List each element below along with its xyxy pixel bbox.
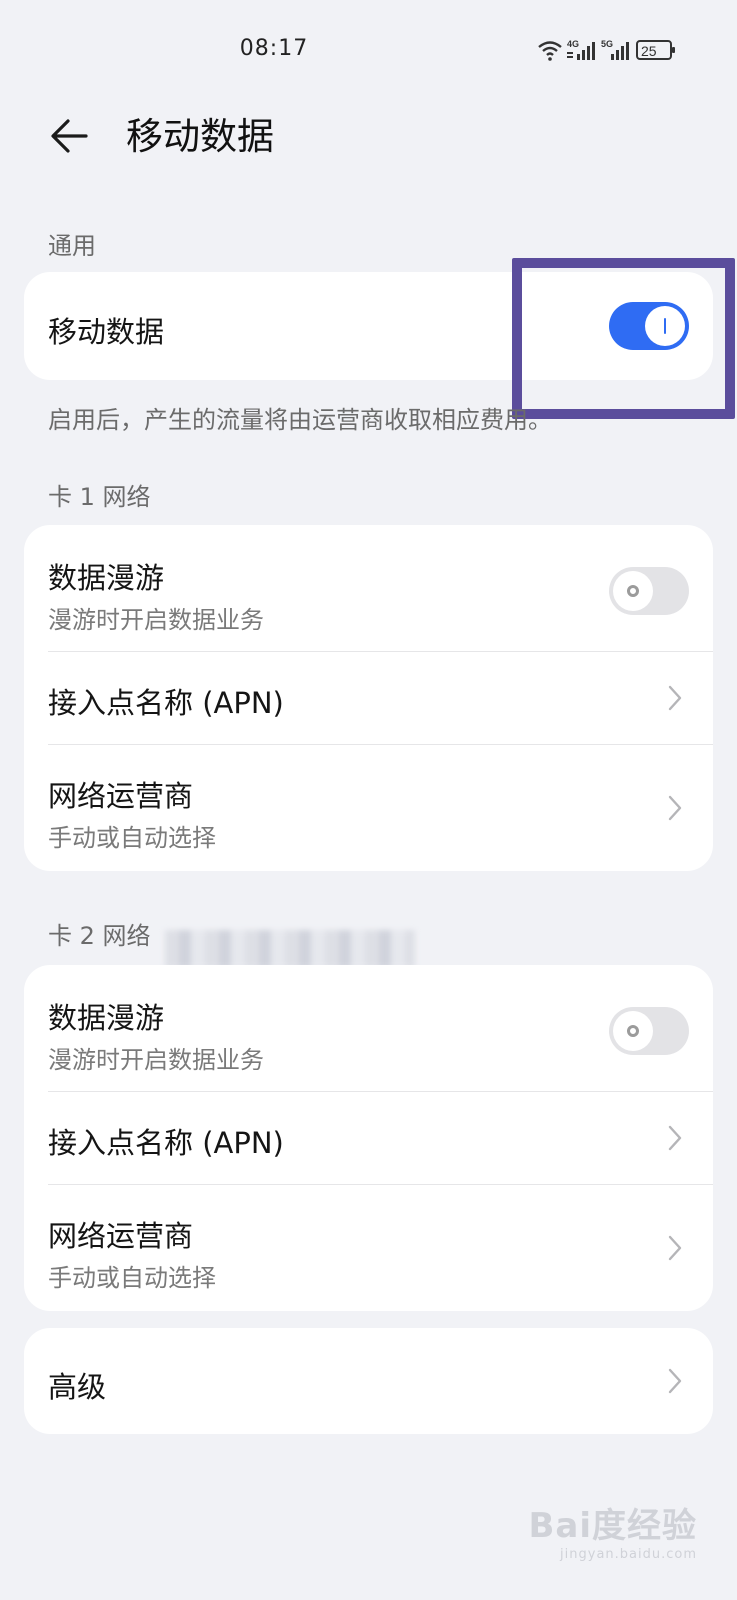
watermark-main: Bai度经验	[528, 1506, 697, 1546]
status-bar: 08:17 4G 5G 25	[0, 0, 737, 96]
chevron-right-icon	[668, 1235, 682, 1261]
watermark-sub: jingyan.baidu.com	[560, 1547, 697, 1562]
chevron-right-icon	[668, 1368, 682, 1394]
back-button[interactable]	[44, 108, 100, 164]
sim2-roaming-row[interactable]: 数据漫游 漫游时开启数据业务	[24, 965, 713, 1091]
switch-knob	[613, 1011, 653, 1051]
section-label-sim1: 卡 1 网络	[48, 483, 151, 511]
arrow-left-icon	[51, 119, 88, 153]
status-time: 08:17	[239, 36, 309, 61]
advanced-row[interactable]: 高级	[24, 1328, 713, 1434]
sim1-apn-row[interactable]: 接入点名称 (APN)	[24, 652, 713, 744]
mobile-data-note: 启用后，产生的流量将由运营商收取相应费用。	[48, 406, 552, 434]
signal-5g-label: 5G	[601, 39, 613, 49]
chevron-right-icon	[668, 795, 682, 821]
sim1-carrier-title: 网络运营商	[48, 779, 194, 813]
sim2-roaming-subtitle: 漫游时开启数据业务	[48, 1046, 264, 1074]
battery-level: 25	[641, 43, 657, 59]
page-title: 移动数据	[126, 115, 274, 158]
switch-knob	[613, 571, 653, 611]
sim1-carrier-row[interactable]: 网络运营商 手动或自动选择	[24, 745, 713, 871]
highlight-box	[512, 258, 735, 419]
watermark: Bai度经验 jingyan.baidu.com	[528, 1498, 697, 1562]
sim2-carrier-row[interactable]: 网络运营商 手动或自动选择	[24, 1185, 713, 1311]
sim1-roaming-title: 数据漫游	[48, 561, 165, 595]
sim2-carrier-title: 网络运营商	[48, 1219, 194, 1253]
section-label-sim2: 卡 2 网络	[48, 922, 151, 950]
sim2-roaming-switch[interactable]	[609, 1007, 689, 1055]
advanced-title: 高级	[48, 1370, 107, 1404]
redacted-carrier-name	[165, 930, 415, 968]
card-sim2: 数据漫游 漫游时开启数据业务 接入点名称 (APN) 网络运营商 手动或自动选择	[24, 965, 713, 1311]
chevron-right-icon	[668, 685, 682, 711]
chevron-right-icon	[668, 1125, 682, 1151]
sim2-carrier-subtitle: 手动或自动选择	[48, 1264, 216, 1292]
status-icons: 4G 5G 25	[537, 38, 689, 62]
sim2-roaming-title: 数据漫游	[48, 1001, 165, 1035]
card-sim1: 数据漫游 漫游时开启数据业务 接入点名称 (APN) 网络运营商 手动或自动选择	[24, 525, 713, 871]
sim1-roaming-switch[interactable]	[609, 567, 689, 615]
sim1-carrier-subtitle: 手动或自动选择	[48, 824, 216, 852]
signal-4g-label: 4G	[567, 39, 579, 49]
sim1-apn-title: 接入点名称 (APN)	[48, 686, 284, 720]
sim1-roaming-subtitle: 漫游时开启数据业务	[48, 606, 264, 634]
section-label-general: 通用	[48, 232, 96, 260]
signal-5g-icon: 5G	[601, 39, 629, 60]
sim2-apn-title: 接入点名称 (APN)	[48, 1126, 284, 1160]
card-advanced: 高级	[24, 1328, 713, 1434]
battery-icon: 25	[636, 40, 675, 60]
header: 移动数据	[0, 96, 737, 186]
signal-4g-icon: 4G	[567, 39, 595, 60]
mobile-data-title: 移动数据	[48, 315, 165, 349]
sim1-roaming-row[interactable]: 数据漫游 漫游时开启数据业务	[24, 525, 713, 651]
wifi-icon	[538, 41, 562, 61]
sim2-apn-row[interactable]: 接入点名称 (APN)	[24, 1092, 713, 1184]
